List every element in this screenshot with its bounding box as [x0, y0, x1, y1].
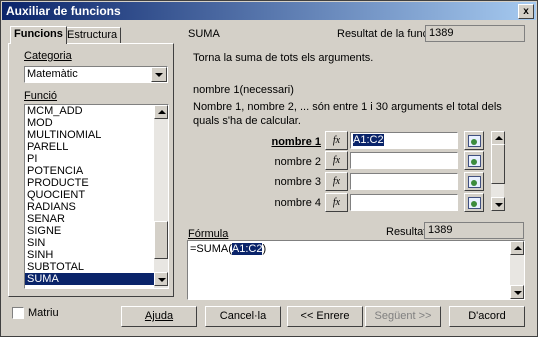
shrink-icon[interactable] [464, 172, 484, 191]
list-item[interactable]: PI [25, 153, 168, 165]
formula-result-field: 1389 [424, 222, 524, 239]
parameter-description: Nombre 1, nombre 2, ... són entre 1 i 30… [193, 101, 502, 127]
list-item[interactable]: QUOCIENT [25, 189, 168, 201]
category-value: Matemàtic [27, 68, 78, 80]
scroll-up-icon[interactable] [491, 131, 505, 145]
list-item[interactable]: SINH [25, 249, 168, 261]
shrink-icon[interactable] [464, 151, 484, 170]
scroll-down-icon[interactable] [510, 285, 524, 299]
fx-button-3[interactable]: fx [325, 172, 348, 191]
formula-text-prefix: =SUMA( [190, 243, 232, 255]
next-button[interactable]: Següent >> [365, 306, 441, 327]
list-item[interactable]: PRODUCTE [25, 177, 168, 189]
argument-input-4[interactable] [350, 194, 458, 211]
function-label: Funció [24, 90, 57, 102]
function-list-scrollbar[interactable] [154, 105, 168, 288]
formula-result-label: Resultat [386, 226, 427, 238]
help-button[interactable]: Ajuda [121, 306, 197, 327]
ok-button[interactable]: D'acord [449, 306, 525, 327]
category-select[interactable]: Matemàtic [24, 66, 168, 83]
list-item[interactable]: POTENCIA [25, 165, 168, 177]
parameter-title: nombre 1(necessari) [193, 84, 294, 96]
shrink-icon[interactable] [464, 193, 484, 212]
function-label-text: Funció [24, 90, 58, 102]
argument-input-2[interactable] [350, 152, 458, 169]
list-item[interactable]: MULTINOMIAL [25, 129, 168, 141]
function-list[interactable]: MCM_ADD MOD MULTINOMIAL PARELL PI POTENCIA PRO… [24, 104, 169, 289]
help-button-label: Ajuda [144, 310, 174, 322]
formula-text-suffix: ) [262, 243, 267, 255]
formula-scrollbar[interactable] [510, 241, 524, 299]
fx-button-1[interactable]: fx [325, 131, 348, 150]
argument-input-3[interactable] [350, 173, 458, 190]
list-item[interactable]: MCM_ADD [25, 105, 168, 117]
title-bar[interactable]: Auxiliar de funcions x [2, 2, 536, 20]
scroll-thumb[interactable] [491, 144, 505, 184]
formula-result-value: 1389 [428, 224, 453, 236]
list-item[interactable]: SUMA [25, 273, 168, 285]
argument-label-1: nombre 1 [241, 136, 321, 148]
list-item[interactable]: PARELL [25, 141, 168, 153]
list-item[interactable]: SENAR [25, 213, 168, 225]
list-item[interactable]: SUBTOTAL [25, 261, 168, 273]
function-description: Torna la suma de tots els arguments. [193, 52, 374, 64]
shrink-icon[interactable] [464, 131, 484, 150]
formula-editor[interactable]: =SUMA(A1:C2) [187, 240, 525, 300]
scroll-thumb[interactable] [154, 221, 168, 259]
scroll-down-icon[interactable] [491, 197, 505, 211]
formula-label-text: Fórmula [188, 228, 229, 240]
cancel-button[interactable]: Cancel·la [205, 306, 281, 327]
list-item[interactable]: RADIANS [25, 201, 168, 213]
matrix-checkbox[interactable] [12, 307, 24, 319]
argument-label-4: nombre 4 [274, 197, 321, 209]
fx-button-4[interactable]: fx [325, 193, 348, 212]
scroll-down-icon[interactable] [154, 272, 168, 286]
formula-label: Fórmula [188, 228, 228, 240]
list-item[interactable]: SIN [25, 237, 168, 249]
argument-label-3: nombre 3 [274, 176, 321, 188]
list-item[interactable]: MOD [25, 117, 168, 129]
tab-functions[interactable]: Funcions [10, 26, 67, 44]
function-result-value: 1389 [429, 27, 454, 39]
category-label: Categoria [24, 50, 72, 62]
window-title: Auxiliar de funcions [6, 4, 121, 18]
chevron-down-icon[interactable] [151, 67, 167, 82]
formula-text-selected: A1:C2 [231, 243, 263, 255]
back-button[interactable]: << Enrere [287, 306, 363, 327]
function-result-field: 1389 [425, 25, 525, 42]
scroll-up-icon[interactable] [510, 241, 524, 255]
argument-label-2: nombre 2 [274, 156, 321, 168]
tab-structure[interactable]: Estructura [63, 27, 122, 43]
formula-text: =SUMA(A1:C2) [190, 243, 266, 255]
scroll-up-icon[interactable] [154, 105, 168, 119]
category-label-text: Categoria [24, 50, 72, 62]
argument-input-1[interactable]: A1:C2 [350, 132, 458, 149]
argument-value-1: A1:C2 [353, 134, 384, 146]
list-item[interactable]: SIGNE [25, 225, 168, 237]
fx-button-2[interactable]: fx [325, 151, 348, 170]
function-result-label: Resultat de la funció [337, 28, 437, 40]
function-name: SUMA [188, 28, 220, 40]
close-icon[interactable]: x [518, 4, 534, 19]
arguments-scrollbar[interactable] [491, 131, 505, 211]
matrix-label: Matriu [28, 307, 59, 319]
argument-label-1-text: nombre 1 [271, 136, 321, 148]
